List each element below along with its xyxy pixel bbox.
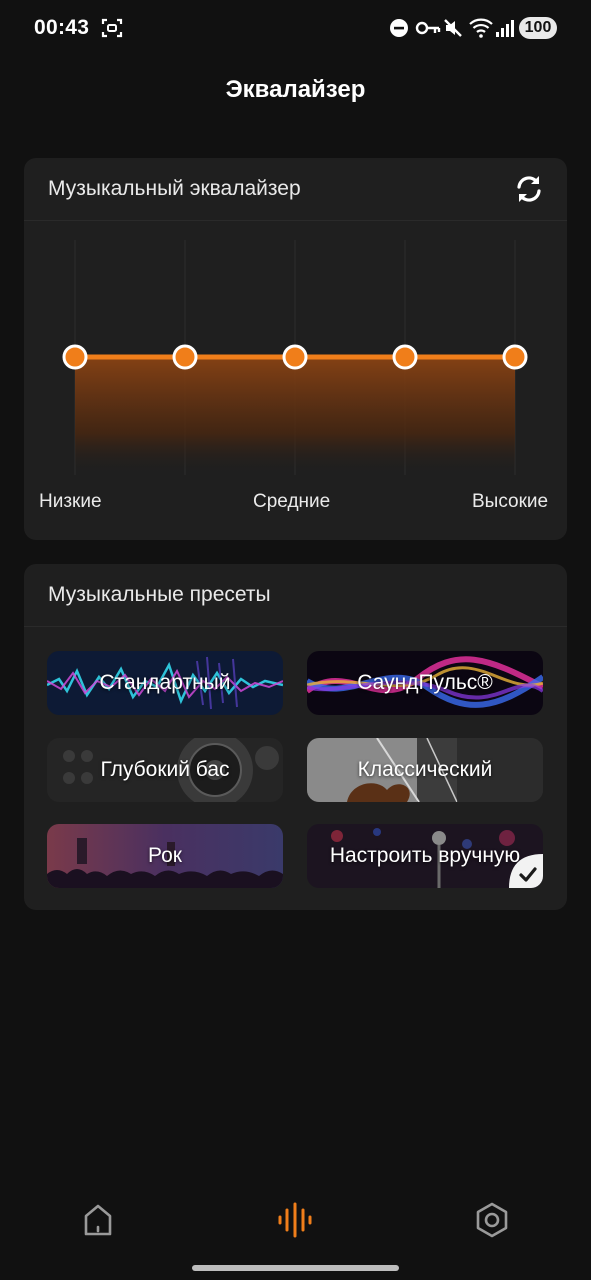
equalizer-fill-area	[75, 357, 515, 475]
preset-classical[interactable]: Классический	[307, 738, 543, 802]
settings-hexagon-icon[interactable]	[472, 1200, 512, 1240]
do-not-disturb-icon	[390, 19, 408, 37]
preset-standard-label: Стандартный	[99, 671, 231, 694]
signal-icon	[496, 20, 514, 37]
status-bar: 00:43 100	[0, 0, 591, 56]
equalizer-band-handle-3[interactable]	[282, 344, 308, 370]
equalizer-card-title: Музыкальный эквалайзер	[48, 177, 301, 200]
bottom-navigation	[0, 1176, 591, 1262]
preset-manual-label: Настроить вручную	[329, 844, 521, 867]
equalizer-band-handle-2[interactable]	[172, 344, 198, 370]
status-time: 00:43	[34, 16, 90, 39]
band-label-mid: Средние	[253, 491, 331, 512]
preset-manual[interactable]: Настроить вручную	[307, 824, 543, 888]
preset-deep-bass[interactable]: Глубокий бас	[47, 738, 283, 802]
preset-rock-label: Рок	[148, 844, 182, 867]
home-icon[interactable]	[78, 1200, 118, 1240]
home-indicator	[192, 1265, 399, 1271]
equalizer-band-handle-5[interactable]	[502, 344, 528, 370]
page-title: Эквалайзер	[225, 76, 366, 103]
presets-card: Музыкальные пресеты Стандартный СаундПул…	[24, 564, 567, 910]
selected-check-icon	[509, 854, 543, 888]
wifi-icon	[469, 18, 493, 38]
band-label-low: Низкие	[39, 491, 102, 512]
equalizer-card-header: Музыкальный эквалайзер	[24, 158, 567, 221]
preset-soundpulse[interactable]: СаундПульс®	[307, 651, 543, 715]
preset-soundpulse-label: СаундПульс®	[357, 671, 493, 694]
vpn-key-icon	[415, 21, 441, 35]
preset-deep-bass-label: Глубокий бас	[100, 758, 230, 781]
preset-classical-label: Классический	[357, 758, 493, 781]
equalizer-band-handle-4[interactable]	[392, 344, 418, 370]
battery-indicator: 100	[519, 17, 557, 39]
reset-icon[interactable]	[512, 172, 546, 206]
presets-card-title: Музыкальные пресеты	[48, 583, 271, 606]
equalizer-band-handle-1[interactable]	[62, 344, 88, 370]
equalizer-graph[interactable]	[24, 220, 567, 480]
preset-rock[interactable]: Рок	[47, 824, 283, 888]
band-label-high: Высокие	[472, 491, 549, 512]
presets-card-header: Музыкальные пресеты	[24, 564, 567, 627]
equalizer-card: Музыкальный эквалайзер Низкие Средние Вы…	[24, 158, 567, 540]
equalizer-wave-icon[interactable]	[275, 1200, 315, 1240]
preset-standard[interactable]: Стандартный	[47, 651, 283, 715]
screenshot-icon	[101, 18, 123, 38]
mute-icon	[444, 19, 462, 37]
